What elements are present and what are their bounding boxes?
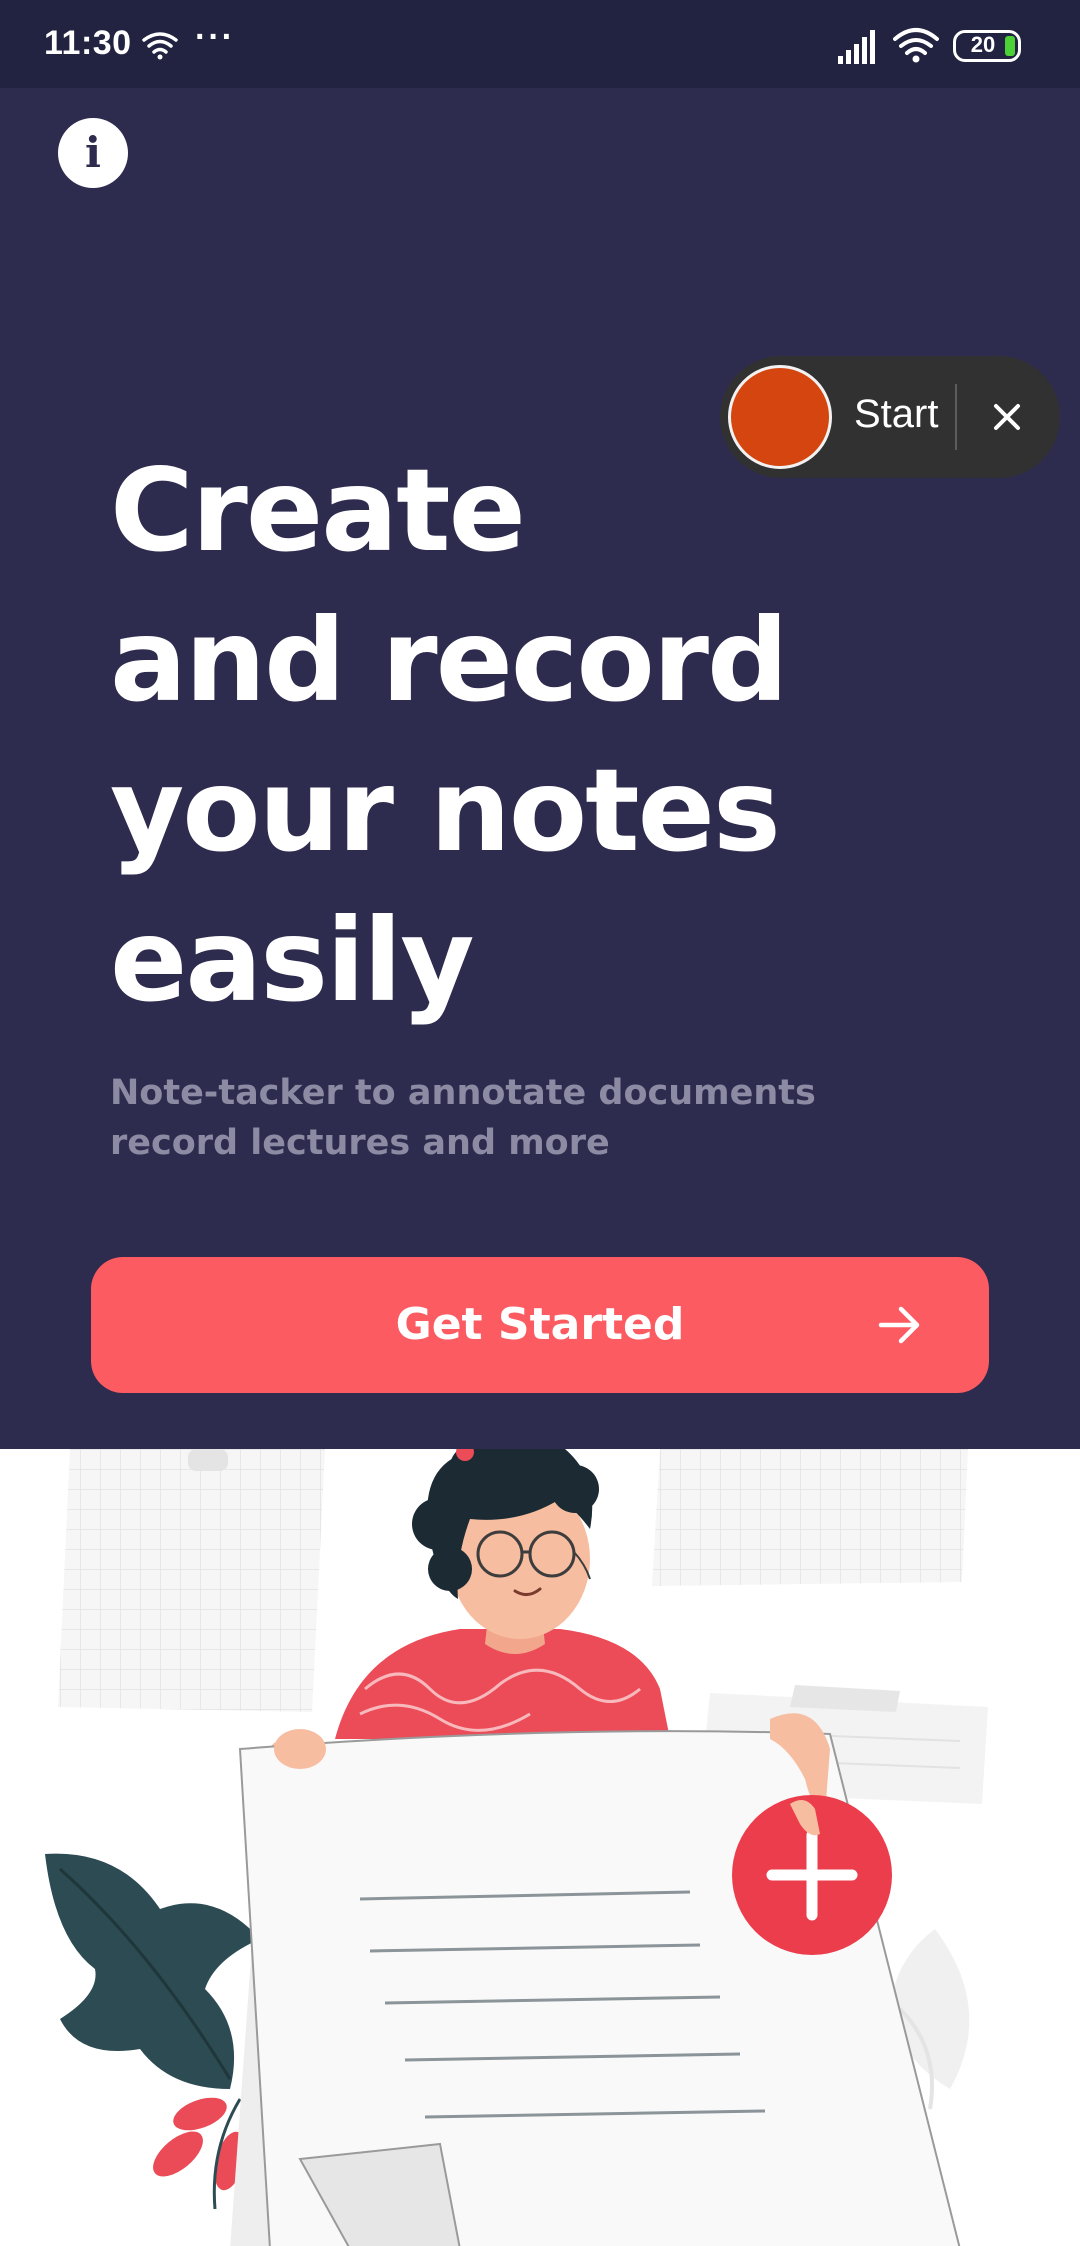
info-button[interactable]: i — [58, 118, 128, 188]
grid-paper-right — [652, 1449, 968, 1586]
battery-icon: 20 — [953, 30, 1021, 62]
recorder-start-button[interactable]: Start — [854, 392, 938, 437]
headline-line: and record — [110, 594, 789, 727]
status-time: 11:30 — [44, 24, 132, 62]
headline-line: Create — [110, 444, 526, 577]
status-bar: 11:30 ··· 20 — [0, 0, 1080, 88]
status-more-indicator: ··· — [195, 18, 235, 56]
plus-icon — [732, 1795, 892, 1955]
onboarding-illustration — [0, 1449, 1080, 2246]
get-started-button[interactable]: Get Started — [91, 1257, 989, 1393]
person — [268, 1449, 670, 1772]
headline: Create and record your notes easily — [110, 436, 990, 1036]
subtitle-line: record lectures and more — [110, 1123, 610, 1163]
arrow-right-icon — [878, 1306, 920, 1344]
wifi-small-icon — [142, 32, 178, 60]
info-icon: i — [85, 128, 101, 177]
subtitle: Note-tacker to annotate documents record… — [110, 1068, 870, 1168]
grid-paper-left — [58, 1449, 325, 1712]
plant-left — [45, 1853, 260, 2210]
headline-line: your notes — [110, 744, 781, 877]
get-started-label: Get Started — [395, 1299, 685, 1350]
close-icon[interactable] — [982, 392, 1032, 442]
headline-line: easily — [110, 894, 475, 1027]
wifi-icon — [893, 28, 939, 63]
battery-level: 20 — [970, 32, 996, 57]
illustration-art — [45, 1449, 988, 2246]
subtitle-line: Note-tacker to annotate documents — [110, 1073, 816, 1113]
signal-icon — [838, 30, 875, 64]
hero-section: i Start Create and record your notes eas… — [0, 88, 1080, 1449]
